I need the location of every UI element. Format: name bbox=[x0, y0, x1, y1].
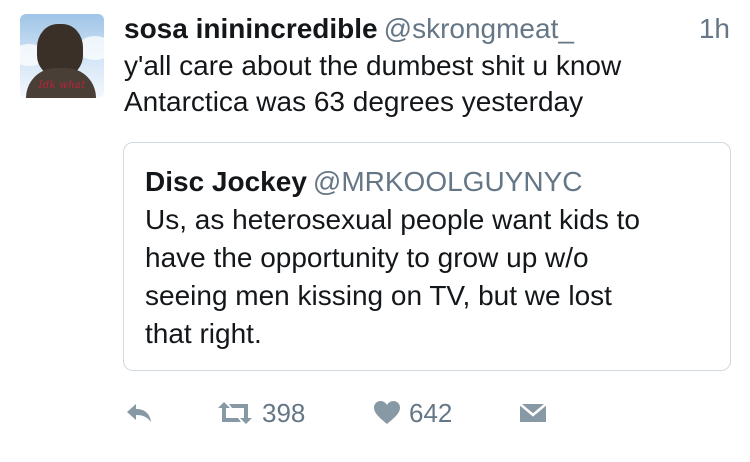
tweet-text: y'all care about the dumbest shit u know… bbox=[124, 48, 734, 120]
action-bar: 398 642 bbox=[124, 395, 724, 431]
reply-button[interactable] bbox=[124, 395, 154, 431]
heart-icon bbox=[374, 401, 400, 424]
quoted-text-line: Us, as heterosexual people want kids to bbox=[145, 204, 640, 235]
quoted-text-line: seeing men kissing on TV, but we lost bbox=[145, 280, 612, 311]
envelope-icon bbox=[519, 403, 547, 422]
quoted-author-name: Disc Jockey bbox=[145, 166, 307, 197]
quoted-tweet[interactable]: Disc Jockey @MRKOOLGUYNYC Us, as heterose… bbox=[123, 142, 731, 371]
tweet-text-line: y'all care about the dumbest shit u know bbox=[124, 50, 622, 81]
retweet-button[interactable]: 398 bbox=[216, 395, 305, 431]
tweet-text-line: Antarctica was 63 degrees yesterday bbox=[124, 86, 584, 117]
quoted-author-handle: @MRKOOLGUYNYC bbox=[312, 166, 583, 197]
like-count: 642 bbox=[409, 398, 453, 428]
like-button[interactable]: 642 bbox=[373, 395, 452, 431]
direct-message-button[interactable] bbox=[518, 395, 548, 431]
avatar-caption: Idk what bbox=[38, 80, 86, 91]
quoted-text-line: that right. bbox=[145, 318, 262, 349]
tweet-header: sosa ininincredible @skrongmeat_ 1h bbox=[124, 12, 734, 46]
tweet-timestamp[interactable]: 1h bbox=[699, 12, 730, 46]
quoted-text-line: have the opportunity to grow up w/o bbox=[145, 242, 589, 273]
reply-icon bbox=[127, 404, 151, 422]
tweet-card: Idk what sosa ininincredible @skrongmeat_… bbox=[0, 0, 750, 462]
retweet-icon bbox=[218, 402, 252, 424]
author-name[interactable]: sosa ininincredible bbox=[124, 13, 378, 44]
author-handle[interactable]: @skrongmeat_ bbox=[384, 13, 574, 44]
quoted-tweet-header: Disc Jockey @MRKOOLGUYNYC bbox=[145, 165, 582, 199]
quoted-tweet-text: Us, as heterosexual people want kids to … bbox=[145, 201, 715, 353]
avatar[interactable]: Idk what bbox=[20, 14, 104, 98]
retweet-count: 398 bbox=[262, 398, 306, 428]
